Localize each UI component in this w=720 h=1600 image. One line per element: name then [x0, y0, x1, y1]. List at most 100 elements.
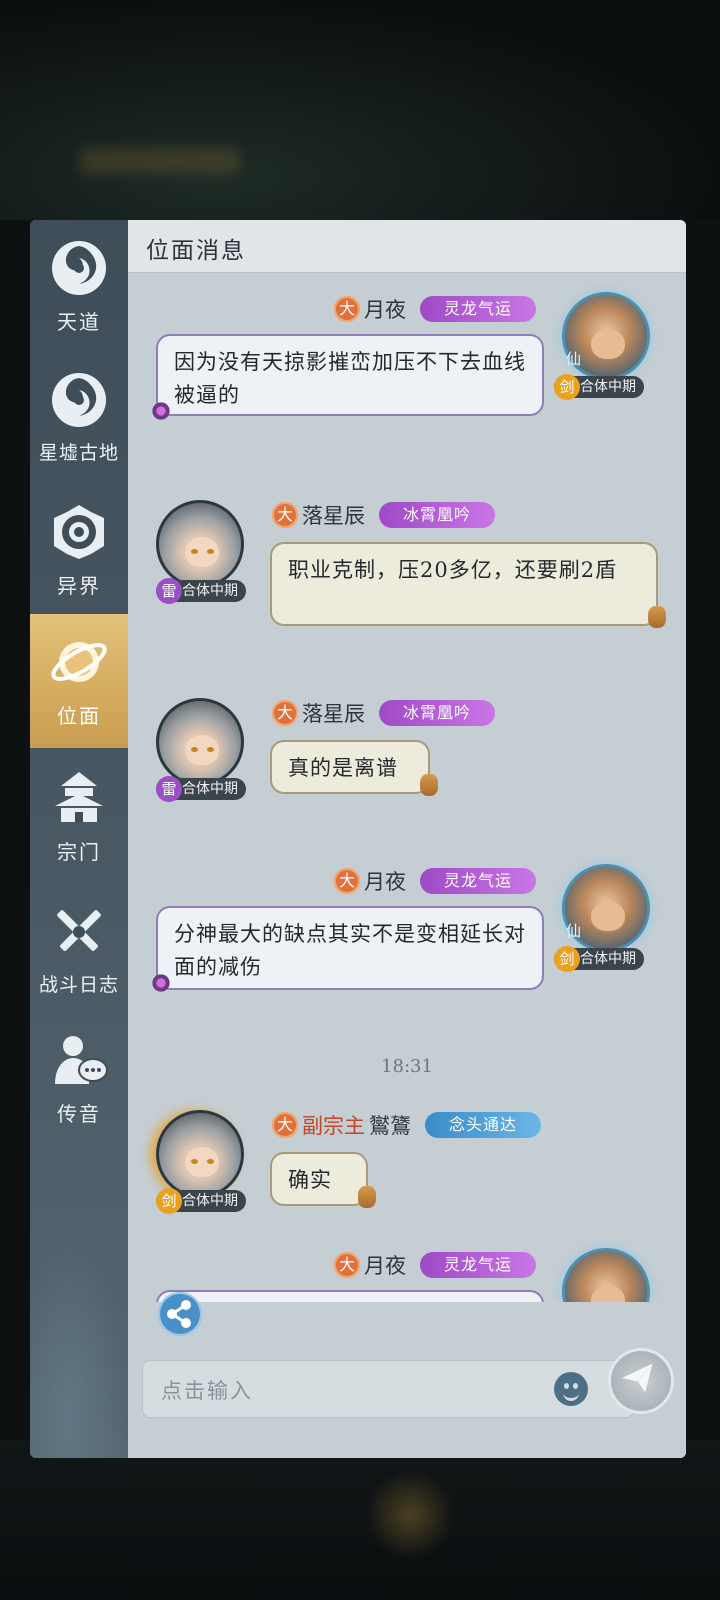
chat-area: 位面消息 大月夜 灵龙气运 仙 剑合体中期 因为没有天掠影摧峦加压不下去血线被逼的	[128, 220, 686, 1458]
chat-panel: 天道 星墟古地 异界 位面 宗门 战斗日志 传音 位面消息 大 月夜 灵龙气运 …	[30, 220, 686, 1458]
sidebar-item-yijie[interactable]: 异界	[30, 484, 128, 618]
rank-badge: 大	[272, 1112, 298, 1138]
message-bubble[interactable]: 确实	[270, 1152, 368, 1206]
emoji-button[interactable]	[554, 1372, 588, 1406]
avatar-eye	[191, 747, 198, 752]
message-timestamp: 18:31	[381, 1056, 433, 1077]
crossed-swords-icon	[57, 910, 101, 951]
sender-row: 大月夜 灵龙气运	[334, 294, 537, 324]
avatar[interactable]	[156, 500, 244, 588]
sidebar-item-tiandao[interactable]: 天道	[30, 220, 128, 354]
share-button[interactable]	[158, 1292, 202, 1336]
rank-badge: 大	[334, 1252, 360, 1278]
bubble-decoration	[150, 402, 172, 420]
sender-name[interactable]: 落星辰	[302, 500, 365, 530]
sidebar-item-label: 战斗日志	[38, 974, 119, 996]
avatar[interactable]	[156, 698, 244, 786]
background-blurred-title	[80, 148, 240, 174]
avatar-eye	[191, 1159, 198, 1164]
sender-role: 副宗主	[302, 1114, 365, 1138]
bubble-decoration	[420, 774, 438, 796]
cultivation-rank: 剑合体中期	[156, 1188, 246, 1214]
message-bubble[interactable]: 真的是离谱	[270, 740, 430, 794]
pagoda-icon	[55, 772, 103, 822]
message-bubble[interactable]: 因为没有天掠影摧峦加压不下去血线被逼的	[156, 334, 544, 416]
avatar-face	[591, 329, 625, 359]
sender-name[interactable]: 月夜	[364, 294, 406, 324]
avatar-face	[591, 901, 625, 931]
sender-row: 大月夜 灵龙气运	[334, 1250, 537, 1280]
sword-rank-icon: 剑	[554, 946, 580, 972]
title-badge: 冰霄凰吟	[379, 502, 496, 528]
sidebar-item-label: 传音	[57, 1102, 101, 1126]
input-bar: 点击输入	[128, 1348, 686, 1458]
sender-name[interactable]: 月夜	[364, 866, 406, 896]
paper-plane-icon	[621, 1363, 653, 1393]
sidebar-item-label: 宗门	[57, 840, 101, 864]
sidebar-item-label: 位面	[57, 704, 101, 728]
chat-message: 雷合体中期 大落星辰 冰霄凰吟 真的是离谱	[128, 694, 686, 814]
background-glow	[365, 1470, 455, 1560]
sender-row: 大落星辰 冰霄凰吟	[272, 698, 496, 728]
immortal-badge: 仙	[566, 922, 582, 940]
portal-icon	[54, 505, 104, 559]
avatar-eye	[207, 549, 214, 554]
cultivation-rank: 雷合体中期	[156, 578, 246, 604]
rank-badge: 大	[334, 296, 360, 322]
rank-text: 合体中期	[580, 951, 636, 967]
chat-message: 大月夜 灵龙气运	[128, 1248, 686, 1302]
sidebar-item-xingxu[interactable]: 星墟古地	[30, 352, 128, 486]
sword-rank-icon: 剑	[156, 1188, 182, 1214]
planet-icon	[51, 642, 107, 682]
input-placeholder: 点击输入	[161, 1379, 253, 1403]
sidebar-item-chuanyin[interactable]: 传音	[30, 1012, 128, 1146]
cultivation-rank: 雷合体中期	[156, 776, 246, 802]
message-bubble[interactable]: 职业克制，压20多亿，还要刷2盾	[270, 542, 658, 626]
channel-sidebar: 天道 星墟古地 异界 位面 宗门 战斗日志 传音	[30, 220, 140, 1458]
avatar[interactable]	[562, 1248, 650, 1302]
title-badge: 念头通达	[425, 1112, 542, 1138]
sidebar-item-weimian[interactable]: 位面	[30, 614, 140, 748]
send-button[interactable]	[608, 1348, 674, 1414]
rank-badge: 大	[272, 502, 298, 528]
sender-name[interactable]: 落星辰	[302, 698, 365, 728]
title-badge: 灵龙气运	[420, 1252, 537, 1278]
sidebar-item-zhandou[interactable]: 战斗日志	[30, 884, 128, 1018]
message-bubble[interactable]	[156, 1290, 544, 1302]
thunder-rank-icon: 雷	[156, 578, 182, 604]
sender-row: 大落星辰 冰霄凰吟	[272, 500, 496, 530]
avatar[interactable]	[156, 1110, 244, 1198]
chat-message: 大月夜 灵龙气运 仙 剑合体中期 分神最大的缺点其实不是变相延长对面的减伤	[128, 864, 686, 1004]
title-badge: 灵龙气运	[420, 296, 537, 322]
rank-text: 合体中期	[182, 781, 238, 797]
avatar-eye	[207, 747, 214, 752]
swirl-icon	[52, 373, 106, 427]
swirl-icon	[52, 241, 106, 295]
chat-message: 雷合体中期 大落星辰 冰霄凰吟 职业克制，压20多亿，还要刷2盾	[128, 496, 686, 636]
sidebar-item-zongmen[interactable]: 宗门	[30, 750, 128, 884]
rank-text: 合体中期	[182, 583, 238, 599]
sidebar-item-label: 异界	[57, 574, 101, 598]
cultivation-rank: 剑合体中期	[554, 946, 644, 972]
bubble-decoration	[648, 606, 666, 628]
sender-row: 大副宗主 鸑鷟 念头通达	[272, 1110, 542, 1140]
message-bubble[interactable]: 分神最大的缺点其实不是变相延长对面的减伤	[156, 906, 544, 990]
immortal-badge: 仙	[566, 350, 582, 368]
message-list[interactable]: 大月夜 灵龙气运 仙 剑合体中期 因为没有天掠影摧峦加压不下去血线被逼的 雷 合…	[128, 272, 686, 1302]
thunder-rank-icon: 雷	[156, 776, 182, 802]
sender-name[interactable]: 鸑鷟	[369, 1110, 411, 1140]
game-background-top	[0, 0, 720, 220]
chat-message: 剑合体中期 大副宗主 鸑鷟 念头通达 确实	[128, 1106, 686, 1236]
rank-text: 合体中期	[182, 1193, 238, 1209]
avatar-eye	[191, 549, 198, 554]
cultivation-rank: 剑合体中期	[554, 374, 644, 400]
sidebar-item-label: 星墟古地	[38, 442, 119, 464]
avatar-eye	[207, 1159, 214, 1164]
chat-message: 大月夜 灵龙气运 仙 剑合体中期 因为没有天掠影摧峦加压不下去血线被逼的	[128, 292, 686, 422]
rank-badge: 大	[334, 868, 360, 894]
rank-text: 合体中期	[580, 379, 636, 395]
sender-name[interactable]: 月夜	[364, 1250, 406, 1280]
share-icon	[167, 1300, 191, 1328]
sender-row: 大月夜 灵龙气运	[334, 866, 537, 896]
title-badge: 灵龙气运	[420, 868, 537, 894]
